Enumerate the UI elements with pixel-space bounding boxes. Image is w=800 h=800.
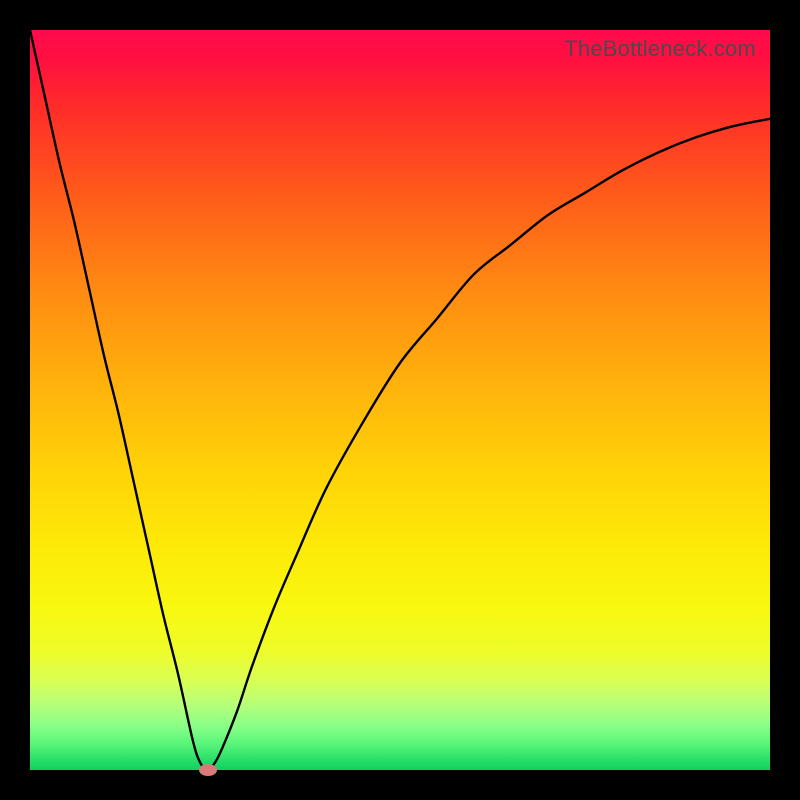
plot-area: TheBottleneck.com xyxy=(30,30,770,770)
bottleneck-curve xyxy=(30,30,770,770)
chart-frame: TheBottleneck.com xyxy=(0,0,800,800)
minimum-marker xyxy=(199,764,217,776)
